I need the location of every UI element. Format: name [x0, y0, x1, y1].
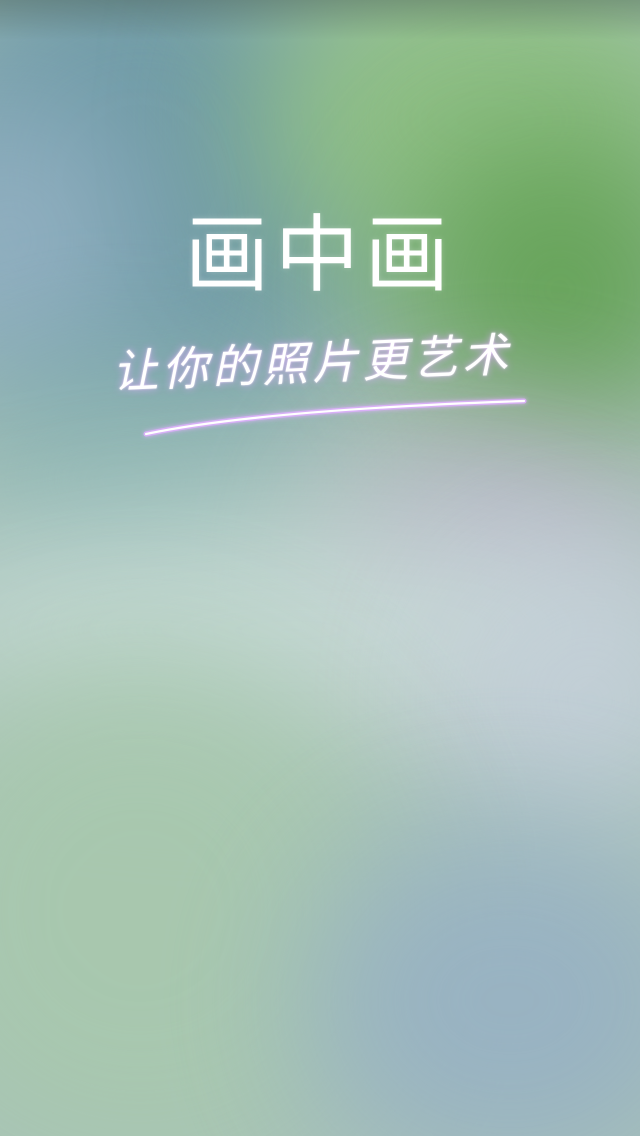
- tagline-underline-stroke: [143, 398, 527, 437]
- status-bar-shade: [0, 0, 640, 40]
- app-title: 画中画: [184, 206, 455, 304]
- splash-screen: 画中画 让你的照片更艺术: [0, 0, 640, 1136]
